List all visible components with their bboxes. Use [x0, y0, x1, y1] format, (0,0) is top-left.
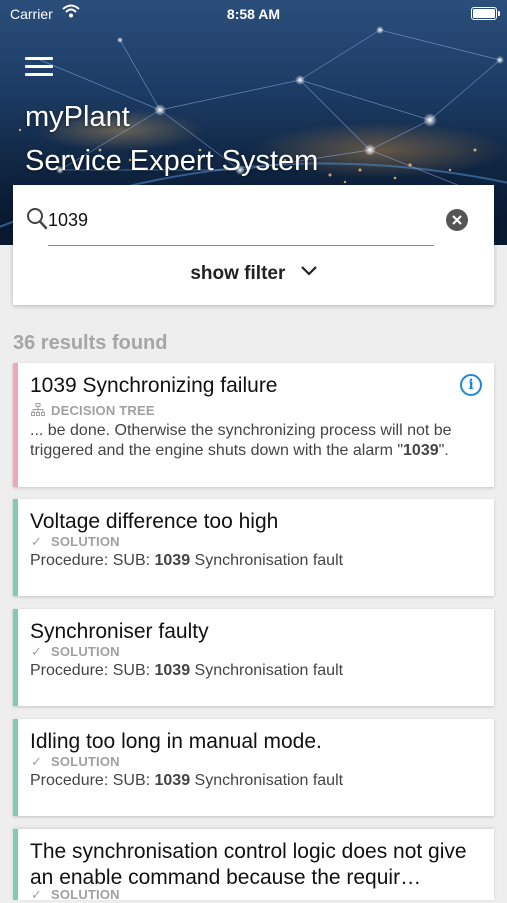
clear-search-button[interactable] [446, 209, 468, 231]
result-type: ✓ SOLUTION [31, 534, 120, 550]
result-type: ✓ SOLUTION [31, 644, 120, 660]
desc-text-end: Synchronisation fault [190, 772, 344, 789]
app-title-line2: Service Expert System [25, 145, 319, 177]
result-title: Synchroniser faulty [30, 620, 209, 643]
desc-text: Procedure: SUB: [30, 552, 155, 569]
hamburger-menu-icon[interactable] [25, 57, 53, 79]
checkmark-icon: ✓ [31, 754, 43, 769]
search-icon [26, 207, 48, 236]
app-title-line1: myPlant [25, 101, 130, 133]
result-card[interactable]: The synchronisation control logic does n… [13, 829, 494, 903]
checkmark-icon: ✓ [31, 887, 43, 902]
show-filter-label: show filter [190, 263, 286, 285]
result-card[interactable]: Idling too long in manual mode. ✓ SOLUTIO… [13, 719, 494, 816]
desc-text: Procedure: SUB: [30, 772, 155, 789]
desc-text-end: Synchronisation fault [190, 552, 344, 569]
result-card[interactable]: Voltage difference too high ✓ SOLUTION Pr… [13, 499, 494, 596]
app-title: myPlant Service Expert System [25, 95, 318, 183]
result-title: 1039 Synchronizing failure [30, 374, 278, 397]
desc-highlight: 1039 [154, 662, 191, 679]
result-type-label: SOLUTION [51, 644, 120, 659]
chevron-down-icon [300, 260, 317, 282]
battery-icon [471, 7, 500, 20]
result-card[interactable]: 1039 Synchronizing failure DECISION TREE… [13, 363, 494, 487]
checkmark-icon: ✓ [31, 534, 43, 549]
search-underline [48, 245, 434, 246]
search-card: show filter [13, 185, 494, 305]
desc-highlight: 1039 [403, 442, 439, 459]
result-type: ✓ SOLUTION [31, 754, 120, 770]
checkmark-icon: ✓ [31, 644, 43, 659]
results-count: 36 results found [13, 332, 168, 354]
result-type-label: SOLUTION [51, 754, 120, 769]
result-description: Procedure: SUB: 1039 Synchronisation fau… [30, 661, 475, 681]
result-description: ... be done. Otherwise the synchronizing… [30, 421, 475, 461]
desc-text: ... be done. Otherwise the synchronizing… [30, 422, 452, 459]
status-bar: Carrier 8:58 AM [0, 0, 507, 28]
search-input[interactable] [48, 207, 428, 233]
result-type: DECISION TREE [31, 403, 155, 418]
result-type-label: SOLUTION [51, 534, 120, 549]
result-card[interactable]: Synchroniser faulty ✓ SOLUTION Procedure:… [13, 609, 494, 706]
close-icon [452, 215, 462, 225]
result-description: Procedure: SUB: 1039 Synchronisation fau… [30, 551, 475, 571]
result-type: ✓ SOLUTION [31, 887, 120, 903]
info-icon[interactable]: i [460, 374, 482, 396]
result-title: Voltage difference too high [30, 510, 279, 533]
result-type-label: DECISION TREE [51, 403, 155, 418]
show-filter-button[interactable]: show filter [13, 263, 494, 285]
desc-text-end: Synchronisation fault [190, 662, 344, 679]
desc-text: Procedure: SUB: [30, 662, 155, 679]
desc-highlight: 1039 [154, 552, 191, 569]
result-title: Idling too long in manual mode. [30, 730, 322, 753]
desc-text-end: ". [438, 442, 449, 459]
desc-highlight: 1039 [154, 772, 191, 789]
result-title: The synchronisation control logic does n… [30, 840, 467, 889]
clock: 8:58 AM [226, 6, 281, 22]
result-description: Procedure: SUB: 1039 Synchronisation fau… [30, 771, 475, 791]
decision-tree-icon [31, 403, 47, 418]
